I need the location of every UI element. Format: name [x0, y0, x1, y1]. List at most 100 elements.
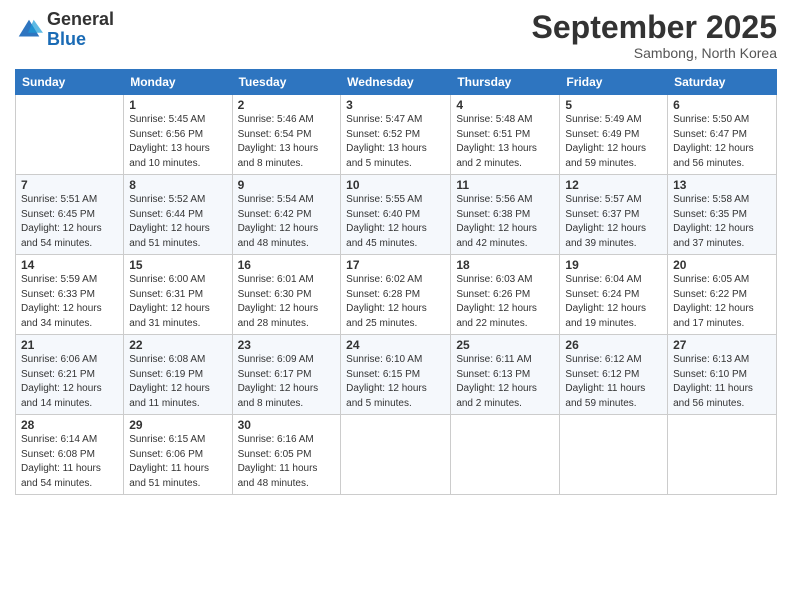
calendar-cell: 3Sunrise: 5:47 AMSunset: 6:52 PMDaylight… [341, 95, 451, 175]
calendar-week-5: 28Sunrise: 6:14 AMSunset: 6:08 PMDayligh… [16, 415, 777, 495]
day-number: 7 [21, 178, 118, 192]
day-number: 24 [346, 338, 445, 352]
calendar-cell: 27Sunrise: 6:13 AMSunset: 6:10 PMDayligh… [668, 335, 777, 415]
day-number: 26 [565, 338, 662, 352]
day-info: Sunrise: 5:52 AMSunset: 6:44 PMDaylight:… [129, 193, 226, 251]
day-number: 6 [673, 98, 771, 112]
day-number: 19 [565, 258, 662, 272]
day-info: Sunrise: 5:58 AMSunset: 6:35 PMDaylight:… [673, 193, 771, 251]
day-info: Sunrise: 6:06 AMSunset: 6:21 PMDaylight:… [21, 353, 118, 411]
day-number: 14 [21, 258, 118, 272]
calendar-cell [668, 415, 777, 495]
day-number: 1 [129, 98, 226, 112]
day-number: 29 [129, 418, 226, 432]
calendar-cell: 29Sunrise: 6:15 AMSunset: 6:06 PMDayligh… [124, 415, 232, 495]
calendar-cell: 2Sunrise: 5:46 AMSunset: 6:54 PMDaylight… [232, 95, 341, 175]
col-monday: Monday [124, 70, 232, 95]
logo-blue: Blue [47, 29, 86, 49]
col-wednesday: Wednesday [341, 70, 451, 95]
day-number: 28 [21, 418, 118, 432]
calendar-cell: 9Sunrise: 5:54 AMSunset: 6:42 PMDaylight… [232, 175, 341, 255]
day-number: 3 [346, 98, 445, 112]
calendar-cell: 10Sunrise: 5:55 AMSunset: 6:40 PMDayligh… [341, 175, 451, 255]
calendar-cell: 13Sunrise: 5:58 AMSunset: 6:35 PMDayligh… [668, 175, 777, 255]
calendar-cell: 16Sunrise: 6:01 AMSunset: 6:30 PMDayligh… [232, 255, 341, 335]
day-info: Sunrise: 5:46 AMSunset: 6:54 PMDaylight:… [238, 113, 336, 171]
day-number: 25 [456, 338, 554, 352]
day-number: 22 [129, 338, 226, 352]
day-info: Sunrise: 6:11 AMSunset: 6:13 PMDaylight:… [456, 353, 554, 411]
col-tuesday: Tuesday [232, 70, 341, 95]
calendar-week-2: 7Sunrise: 5:51 AMSunset: 6:45 PMDaylight… [16, 175, 777, 255]
day-number: 15 [129, 258, 226, 272]
day-info: Sunrise: 5:50 AMSunset: 6:47 PMDaylight:… [673, 113, 771, 171]
day-info: Sunrise: 6:14 AMSunset: 6:08 PMDaylight:… [21, 433, 118, 491]
calendar-cell: 12Sunrise: 5:57 AMSunset: 6:37 PMDayligh… [560, 175, 668, 255]
day-number: 20 [673, 258, 771, 272]
day-info: Sunrise: 6:09 AMSunset: 6:17 PMDaylight:… [238, 353, 336, 411]
calendar-cell: 7Sunrise: 5:51 AMSunset: 6:45 PMDaylight… [16, 175, 124, 255]
header: General Blue September 2025 Sambong, Nor… [15, 10, 777, 61]
calendar-cell: 22Sunrise: 6:08 AMSunset: 6:19 PMDayligh… [124, 335, 232, 415]
day-info: Sunrise: 5:51 AMSunset: 6:45 PMDaylight:… [21, 193, 118, 251]
day-number: 8 [129, 178, 226, 192]
calendar-cell: 19Sunrise: 6:04 AMSunset: 6:24 PMDayligh… [560, 255, 668, 335]
day-info: Sunrise: 5:48 AMSunset: 6:51 PMDaylight:… [456, 113, 554, 171]
calendar-cell: 5Sunrise: 5:49 AMSunset: 6:49 PMDaylight… [560, 95, 668, 175]
calendar-cell: 14Sunrise: 5:59 AMSunset: 6:33 PMDayligh… [16, 255, 124, 335]
calendar-cell: 30Sunrise: 6:16 AMSunset: 6:05 PMDayligh… [232, 415, 341, 495]
day-info: Sunrise: 6:16 AMSunset: 6:05 PMDaylight:… [238, 433, 336, 491]
calendar-cell: 26Sunrise: 6:12 AMSunset: 6:12 PMDayligh… [560, 335, 668, 415]
day-number: 11 [456, 178, 554, 192]
calendar-cell [451, 415, 560, 495]
logo-text: General Blue [47, 10, 114, 50]
calendar-cell: 28Sunrise: 6:14 AMSunset: 6:08 PMDayligh… [16, 415, 124, 495]
calendar-cell: 20Sunrise: 6:05 AMSunset: 6:22 PMDayligh… [668, 255, 777, 335]
location-subtitle: Sambong, North Korea [532, 45, 777, 61]
day-number: 10 [346, 178, 445, 192]
day-info: Sunrise: 5:45 AMSunset: 6:56 PMDaylight:… [129, 113, 226, 171]
calendar-cell: 8Sunrise: 5:52 AMSunset: 6:44 PMDaylight… [124, 175, 232, 255]
logo: General Blue [15, 10, 114, 50]
calendar-cell: 11Sunrise: 5:56 AMSunset: 6:38 PMDayligh… [451, 175, 560, 255]
day-number: 21 [21, 338, 118, 352]
calendar-cell [560, 415, 668, 495]
day-number: 9 [238, 178, 336, 192]
day-info: Sunrise: 5:49 AMSunset: 6:49 PMDaylight:… [565, 113, 662, 171]
day-info: Sunrise: 6:12 AMSunset: 6:12 PMDaylight:… [565, 353, 662, 411]
day-number: 23 [238, 338, 336, 352]
calendar-cell: 15Sunrise: 6:00 AMSunset: 6:31 PMDayligh… [124, 255, 232, 335]
day-number: 17 [346, 258, 445, 272]
calendar-cell: 25Sunrise: 6:11 AMSunset: 6:13 PMDayligh… [451, 335, 560, 415]
day-info: Sunrise: 5:47 AMSunset: 6:52 PMDaylight:… [346, 113, 445, 171]
day-info: Sunrise: 5:59 AMSunset: 6:33 PMDaylight:… [21, 273, 118, 331]
calendar-week-1: 1Sunrise: 5:45 AMSunset: 6:56 PMDaylight… [16, 95, 777, 175]
title-block: September 2025 Sambong, North Korea [532, 10, 777, 61]
day-info: Sunrise: 6:15 AMSunset: 6:06 PMDaylight:… [129, 433, 226, 491]
day-number: 13 [673, 178, 771, 192]
calendar-cell: 18Sunrise: 6:03 AMSunset: 6:26 PMDayligh… [451, 255, 560, 335]
calendar-cell: 17Sunrise: 6:02 AMSunset: 6:28 PMDayligh… [341, 255, 451, 335]
calendar-cell [341, 415, 451, 495]
day-info: Sunrise: 6:10 AMSunset: 6:15 PMDaylight:… [346, 353, 445, 411]
day-number: 5 [565, 98, 662, 112]
col-friday: Friday [560, 70, 668, 95]
day-info: Sunrise: 5:57 AMSunset: 6:37 PMDaylight:… [565, 193, 662, 251]
day-info: Sunrise: 5:56 AMSunset: 6:38 PMDaylight:… [456, 193, 554, 251]
calendar-cell: 6Sunrise: 5:50 AMSunset: 6:47 PMDaylight… [668, 95, 777, 175]
calendar-week-3: 14Sunrise: 5:59 AMSunset: 6:33 PMDayligh… [16, 255, 777, 335]
calendar-week-4: 21Sunrise: 6:06 AMSunset: 6:21 PMDayligh… [16, 335, 777, 415]
day-number: 30 [238, 418, 336, 432]
col-sunday: Sunday [16, 70, 124, 95]
day-info: Sunrise: 6:08 AMSunset: 6:19 PMDaylight:… [129, 353, 226, 411]
calendar: Sunday Monday Tuesday Wednesday Thursday… [15, 69, 777, 495]
col-thursday: Thursday [451, 70, 560, 95]
calendar-cell: 21Sunrise: 6:06 AMSunset: 6:21 PMDayligh… [16, 335, 124, 415]
day-info: Sunrise: 6:02 AMSunset: 6:28 PMDaylight:… [346, 273, 445, 331]
calendar-cell [16, 95, 124, 175]
day-info: Sunrise: 6:04 AMSunset: 6:24 PMDaylight:… [565, 273, 662, 331]
page: General Blue September 2025 Sambong, Nor… [0, 0, 792, 612]
day-number: 2 [238, 98, 336, 112]
day-info: Sunrise: 6:00 AMSunset: 6:31 PMDaylight:… [129, 273, 226, 331]
logo-general: General [47, 9, 114, 29]
